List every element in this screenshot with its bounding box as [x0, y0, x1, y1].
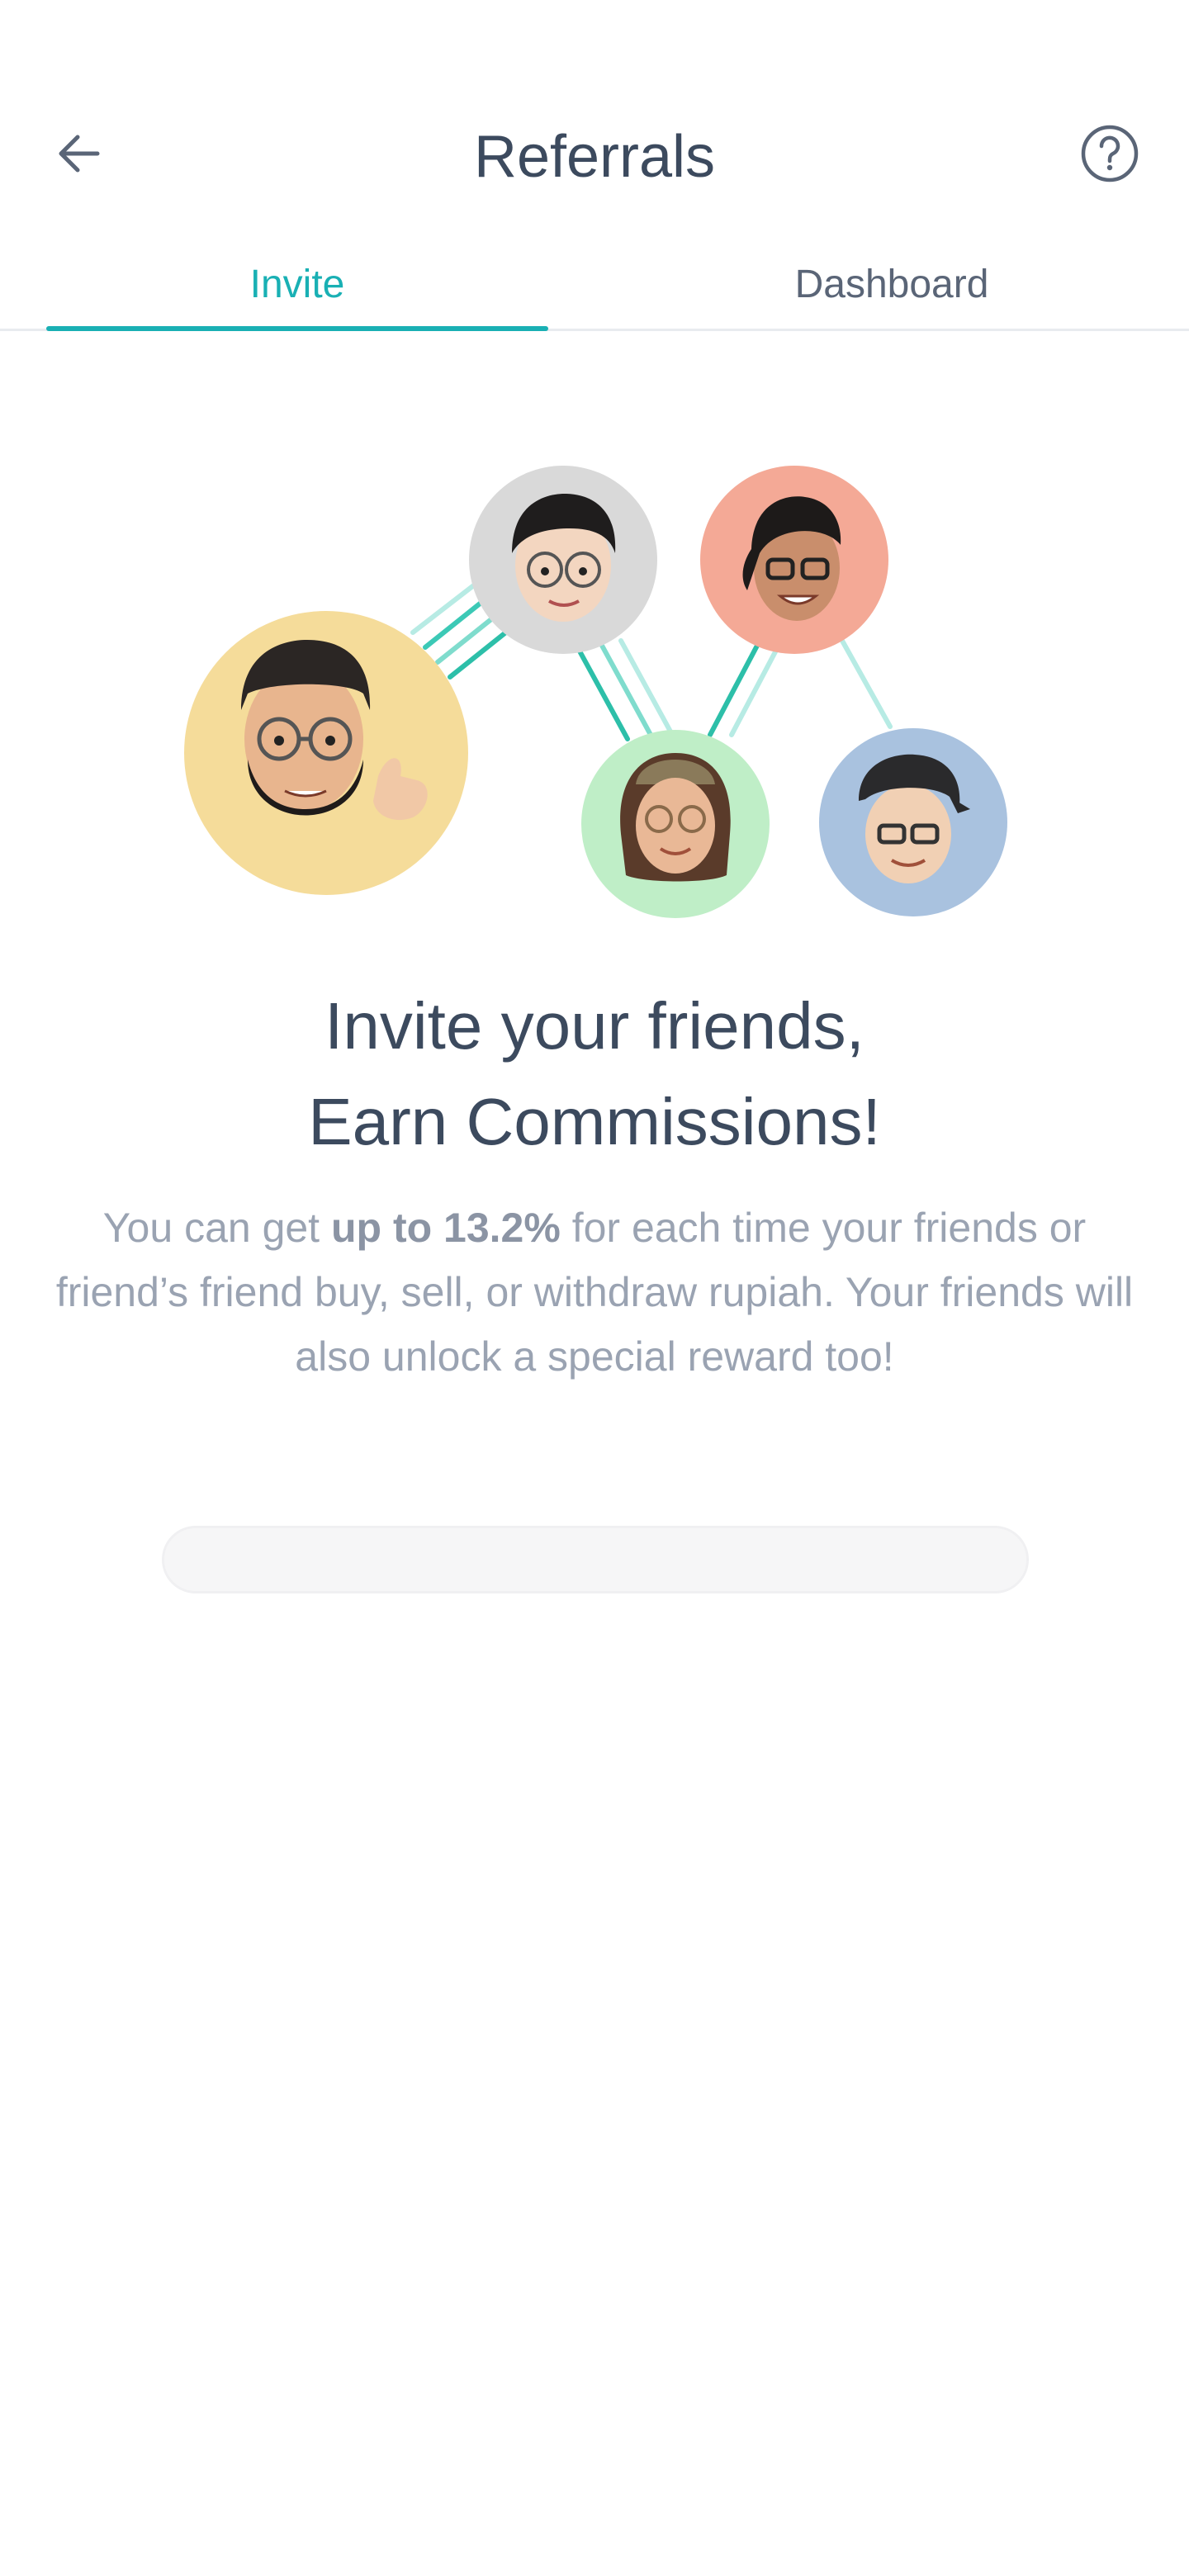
tab-bar: Invite Dashboard	[0, 239, 1189, 331]
tab-dashboard-label: Dashboard	[794, 262, 989, 306]
active-tab-indicator	[46, 326, 548, 331]
description-highlight: up to 13.2%	[330, 1205, 561, 1251]
referral-network-illustration	[184, 466, 1007, 918]
avatar-main-user	[184, 611, 468, 895]
description-pre: You can get	[102, 1205, 331, 1251]
headline-line-2: Earn Commissions!	[308, 1085, 881, 1158]
help-button[interactable]	[1077, 121, 1143, 187]
avatar-friend-1	[469, 466, 657, 654]
loading-skeleton-button	[162, 1526, 1029, 1593]
invite-description: You can get up to 13.2% for each time yo…	[50, 1196, 1139, 1389]
page-title: Referrals	[473, 124, 716, 190]
question-circle-icon	[1081, 125, 1139, 182]
headline-line-1: Invite your friends,	[324, 989, 865, 1063]
app-header: Referrals	[0, 99, 1189, 206]
avatar-friend-2	[700, 466, 888, 654]
avatar-friend-3	[581, 730, 770, 918]
tab-dashboard[interactable]: Dashboard	[641, 239, 1143, 329]
tab-invite[interactable]: Invite	[46, 239, 548, 329]
avatar-friend-4	[819, 728, 1007, 916]
tab-invite-label: Invite	[249, 262, 345, 306]
invite-headline: Invite your friends, Earn Commissions!	[0, 978, 1189, 1170]
